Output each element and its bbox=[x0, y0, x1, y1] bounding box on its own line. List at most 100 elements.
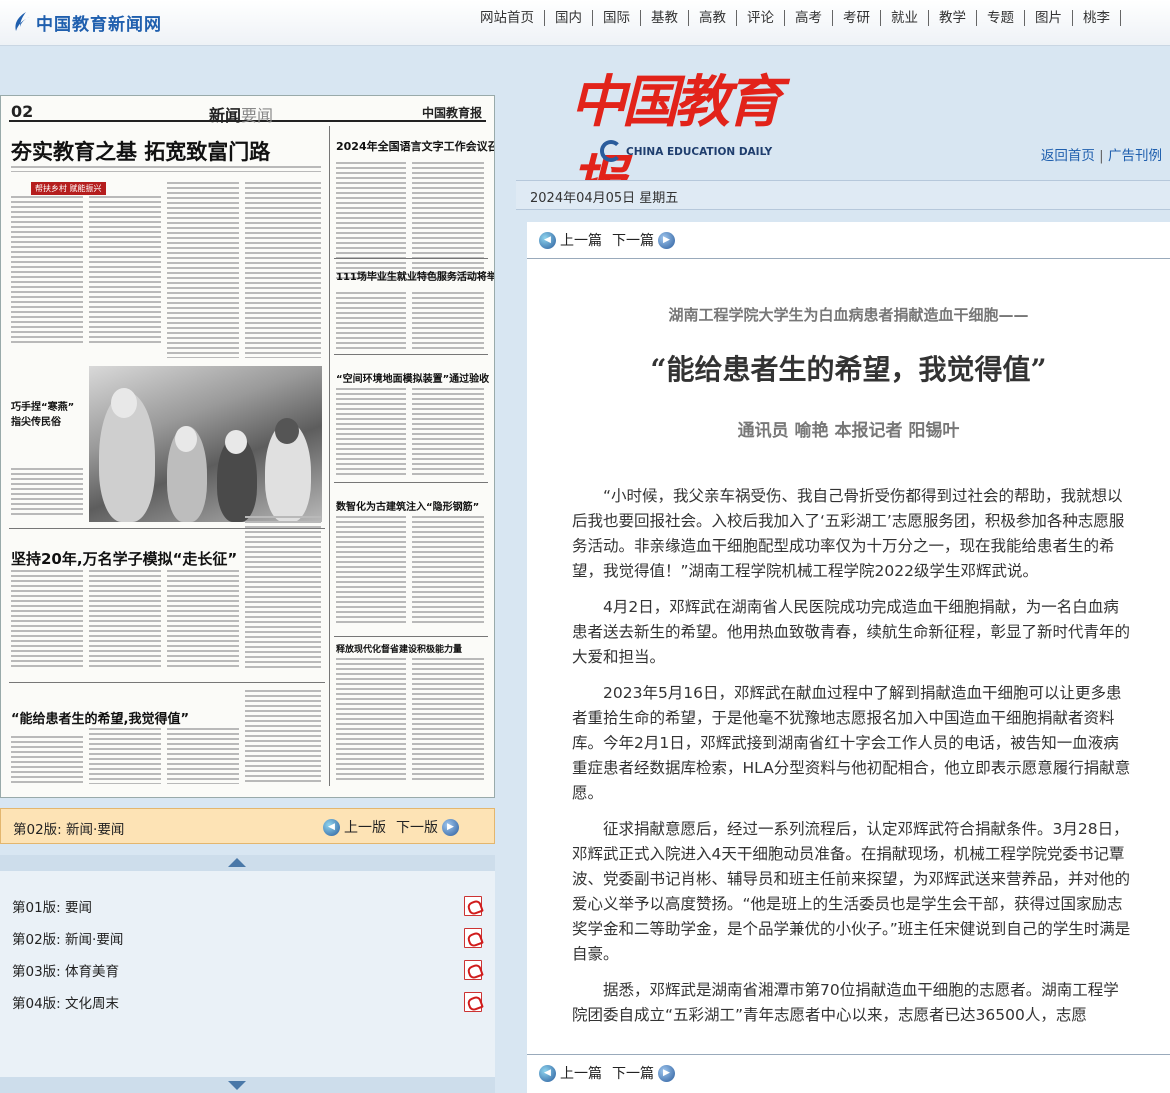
text-column bbox=[336, 162, 406, 282]
paper-logo: 中国教育报 bbox=[421, 106, 482, 120]
news-photo[interactable] bbox=[89, 366, 322, 522]
site-logo-icon bbox=[15, 12, 30, 31]
nav-item-taoli[interactable]: 桃李 bbox=[1073, 10, 1121, 26]
story-2-title[interactable]: 2024年全国语言文字工作会议召开 bbox=[336, 138, 494, 154]
page-list-item-03[interactable]: 第03版: 体育美育 bbox=[12, 960, 482, 984]
page-section: 新闻要闻 bbox=[209, 106, 274, 125]
main-nav: 网站首页 国内 国际 基教 高教 评论 高考 考研 就业 教学 专题 图片 桃李 bbox=[470, 10, 1121, 26]
text-column bbox=[412, 292, 484, 350]
story-4-title[interactable]: “空间环境地面模拟装置”通过验收 bbox=[336, 370, 489, 385]
story-lead-title[interactable]: 夯实教育之基 拓宽致富门路 bbox=[11, 136, 270, 166]
story-6-title[interactable]: 释放现代化督省建设积极能力量 bbox=[336, 642, 462, 655]
text-column bbox=[412, 658, 484, 782]
prev-article-link[interactable]: 上一篇 bbox=[560, 1063, 602, 1083]
nav-item-commentary[interactable]: 评论 bbox=[737, 10, 785, 26]
nav-item-kaoyan[interactable]: 考研 bbox=[833, 10, 881, 26]
masthead-logo: 中国教育报 CHINA EDUCATION DAILY bbox=[570, 62, 800, 215]
article-nav-bottom-bar: ◀ 上一篇 下一篇 ▶ bbox=[527, 1054, 1170, 1093]
ad-rates-link[interactable]: 广告刊例 bbox=[1108, 148, 1162, 164]
text-column bbox=[336, 292, 406, 350]
page-navigation: ◀ 上一版 下一版 ▶ bbox=[323, 817, 459, 837]
prev-article-icon[interactable]: ◀ bbox=[539, 1064, 556, 1082]
pdf-icon[interactable] bbox=[464, 992, 482, 1012]
top-links: 返回首页 | 广告刊例 bbox=[1041, 144, 1162, 164]
nav-item-basic-education[interactable]: 基教 bbox=[641, 10, 689, 26]
text-column bbox=[336, 388, 406, 478]
current-page-bar: 第02版: 新闻·要闻 ◀ 上一版 下一版 ▶ bbox=[0, 808, 495, 844]
date-bar: 2024年04月05日 星期五 bbox=[516, 180, 1170, 210]
next-article-link[interactable]: 下一篇 bbox=[612, 230, 654, 250]
next-page-icon[interactable]: ▶ bbox=[442, 818, 459, 836]
pdf-icon[interactable] bbox=[464, 960, 482, 980]
nav-item-employment[interactable]: 就业 bbox=[881, 10, 929, 26]
page-list-item-04[interactable]: 第04版: 文化周末 bbox=[12, 992, 482, 1016]
story-divider bbox=[334, 258, 488, 259]
story-lead-tag: 帮扶乡村 赋能振兴 bbox=[31, 182, 106, 195]
story-3-title[interactable]: 111场毕业生就业特色服务活动将举办 bbox=[336, 268, 494, 283]
next-article-icon[interactable]: ▶ bbox=[658, 1064, 675, 1082]
text-column bbox=[11, 570, 83, 670]
nav-item-domestic[interactable]: 国内 bbox=[545, 10, 593, 26]
story-8-title[interactable]: “能给患者生的希望,我觉得值” bbox=[11, 708, 189, 727]
story-divider bbox=[334, 482, 488, 483]
nav-item-higher-education[interactable]: 高教 bbox=[689, 10, 737, 26]
article-headline: “能给患者生的希望，我觉得值” bbox=[650, 353, 1047, 386]
text-column bbox=[167, 570, 239, 670]
nav-item-international[interactable]: 国际 bbox=[593, 10, 641, 26]
article-paragraph: 据悉，邓辉武是湖南省湘潭市第70位捐献造血干细胞的志愿者。湖南工程学院团委自成立… bbox=[572, 981, 1119, 1024]
text-column bbox=[245, 516, 321, 670]
next-page-link[interactable]: 下一版 bbox=[396, 817, 438, 837]
text-column bbox=[167, 728, 239, 784]
top-navigation-bar: 中国教育新闻网 网站首页 国内 国际 基教 高教 评论 高考 考研 就业 教学 … bbox=[0, 0, 1170, 46]
story-divider bbox=[334, 354, 488, 355]
prev-article-icon[interactable]: ◀ bbox=[539, 231, 556, 249]
masthead-en: CHINA EDUCATION DAILY bbox=[626, 146, 773, 158]
pdf-icon[interactable] bbox=[464, 928, 482, 948]
nav-item-teaching[interactable]: 教学 bbox=[929, 10, 977, 26]
site-name: 中国教育新闻网 bbox=[36, 14, 162, 35]
pdf-icon[interactable] bbox=[464, 896, 482, 916]
prev-page-link[interactable]: 上一版 bbox=[344, 817, 386, 837]
nav-item-topics[interactable]: 专题 bbox=[977, 10, 1025, 26]
page-number: 02 bbox=[11, 102, 34, 121]
text-column bbox=[11, 468, 83, 518]
next-article-link[interactable]: 下一篇 bbox=[612, 1063, 654, 1083]
current-page-label: 第02版: 新闻·要闻 bbox=[13, 822, 125, 838]
site-logo[interactable]: 中国教育新闻网 bbox=[12, 8, 162, 36]
article-panel: ◀ 上一篇 下一篇 ▶ 湖南工程学院大学生为白血病患者捐献造血干细胞—— “能给… bbox=[527, 222, 1170, 1054]
article-nav-top: ◀ 上一篇 下一篇 ▶ bbox=[539, 230, 675, 250]
column-divider bbox=[329, 126, 330, 786]
text-column bbox=[336, 658, 406, 782]
nav-item-gaokao[interactable]: 高考 bbox=[785, 10, 833, 26]
scroll-down-bar bbox=[0, 1077, 495, 1093]
story-divider bbox=[9, 682, 325, 683]
article-nav-bottom: ◀ 上一篇 下一篇 ▶ bbox=[539, 1063, 675, 1083]
text-column bbox=[412, 516, 484, 626]
story-7-title[interactable]: 坚持20年,万名学子模拟“走长征” bbox=[11, 548, 237, 569]
story-5-title[interactable]: 数智化为古建筑注入“隐形钢筋” bbox=[336, 498, 479, 513]
nav-item-home[interactable]: 网站首页 bbox=[470, 10, 545, 26]
article-paragraph: 2023年5月16日，邓辉武在献血过程中了解到捐献造血干细胞可以让更多患者重拾生… bbox=[572, 684, 1131, 802]
article-divider bbox=[527, 258, 1170, 259]
text-column bbox=[336, 516, 406, 626]
page-list-item-02[interactable]: 第02版: 新闻·要闻 bbox=[12, 928, 482, 952]
text-column bbox=[89, 196, 161, 346]
prev-article-link[interactable]: 上一篇 bbox=[560, 230, 602, 250]
text-column bbox=[245, 182, 321, 358]
page-list: 第01版: 要闻 第02版: 新闻·要闻 第03版: 体育美育 第04版: 文化… bbox=[0, 855, 495, 1093]
text-column bbox=[89, 570, 161, 670]
text-column bbox=[11, 196, 83, 346]
scroll-down-icon[interactable] bbox=[228, 1081, 246, 1090]
home-link[interactable]: 返回首页 bbox=[1041, 148, 1095, 164]
prev-page-icon[interactable]: ◀ bbox=[323, 818, 340, 836]
nav-item-photos[interactable]: 图片 bbox=[1025, 10, 1073, 26]
issue-date: 2024年04月05日 星期五 bbox=[530, 191, 679, 206]
page-list-item-01[interactable]: 第01版: 要闻 bbox=[12, 896, 482, 920]
text-column bbox=[167, 182, 239, 358]
article-paragraph: 征求捐献意愿后，经过一系列流程后，认定邓辉武符合捐献条件。3月28日，邓辉武正式… bbox=[572, 820, 1131, 963]
photo-caption-title: 巧手捏“寒燕” 指尖传民俗 bbox=[11, 402, 75, 428]
link-separator: | bbox=[1099, 148, 1104, 164]
next-article-icon[interactable]: ▶ bbox=[658, 231, 675, 249]
scroll-up-icon[interactable] bbox=[228, 858, 246, 867]
newspaper-page-image[interactable]: 02 新闻要闻 中国教育报 夯实教育之基 拓宽致富门路 帮扶乡村 赋能振兴 20… bbox=[0, 95, 495, 798]
